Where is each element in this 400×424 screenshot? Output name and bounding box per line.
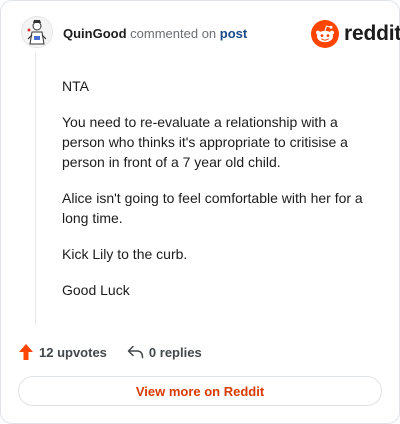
reply-count: 0 replies [148,344,202,360]
reddit-logo[interactable]: reddit [311,20,400,48]
reply-button[interactable]: 0 replies [127,345,202,360]
action-text: commented on [130,26,217,41]
avatar[interactable] [21,16,53,48]
view-more-button[interactable]: View more on Reddit [18,376,382,406]
reply-arrow-icon [127,345,144,359]
post-link[interactable]: post [220,26,247,41]
comment-paragraph: Kick Lily to the curb. [62,246,188,262]
brand-wordmark: reddit [344,22,400,45]
username-link[interactable]: QuinGood [63,26,127,41]
comment-paragraph: Alice isn't going to feel comfortable wi… [62,190,363,226]
reddit-snoo-icon [311,20,339,48]
avatar-image [22,17,52,47]
upvote-button[interactable]: 12 upvotes [18,343,107,361]
upvote-arrow-icon [19,344,33,360]
comment-header: QuinGood commented on post [63,25,247,43]
comment-paragraph: You need to re-evaluate a relationship w… [62,114,348,170]
upvote-count: 12 upvotes [39,344,107,360]
thread-line [35,53,36,325]
comment-paragraph: Good Luck [62,282,130,298]
comment-paragraph: NTA [62,78,89,94]
comment-body: NTA You need to re-evaluate a relationsh… [62,76,382,316]
reddit-comment-card: QuinGood commented on post reddit NTA Yo… [0,0,400,424]
comment-actions: 12 upvotes 0 replies [18,342,202,362]
